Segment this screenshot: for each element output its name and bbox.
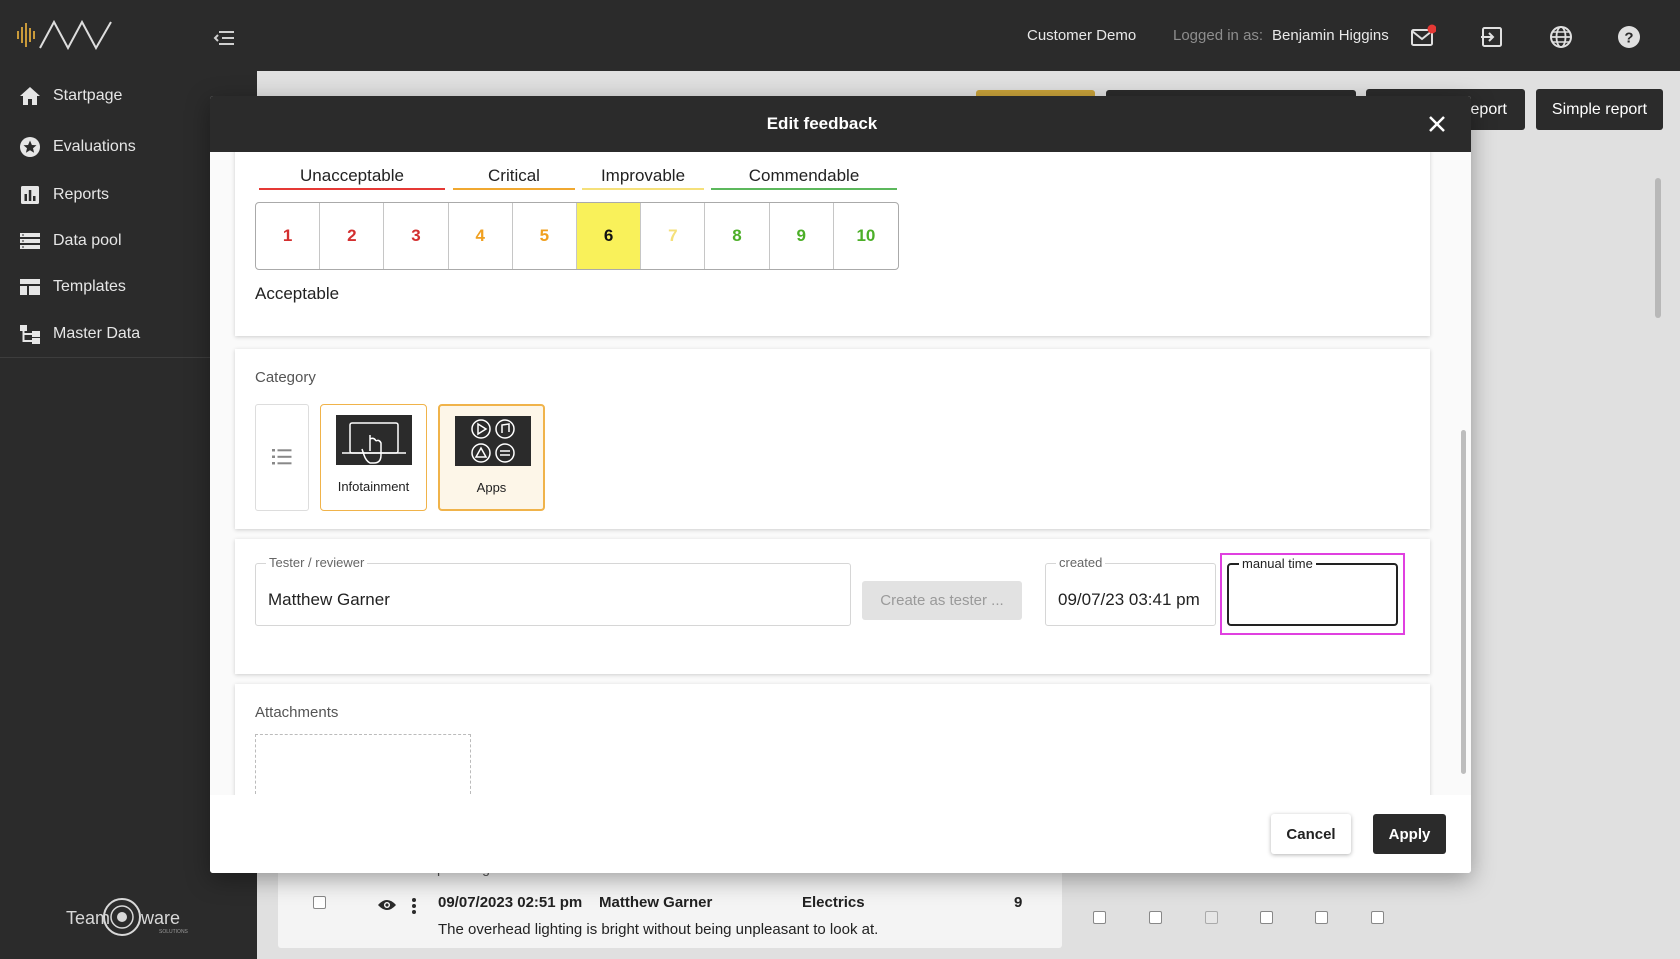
sidebar-item-label: Templates [53,278,126,295]
category-tile-apps-selected[interactable]: Apps [438,404,545,511]
rating-group-commendable: Commendable [711,166,897,190]
customer-name[interactable]: Customer Demo [1027,27,1136,44]
rating-option-4[interactable]: 4 [449,203,513,269]
row-checkbox[interactable] [1149,911,1162,924]
close-icon[interactable] [1425,112,1449,136]
rating-option-3[interactable]: 3 [384,203,449,269]
rating-option-10[interactable]: 10 [834,203,898,269]
rating-caption: Acceptable [255,284,340,303]
row-score: 9 [1014,894,1023,911]
teamware-logo-sub: SOLUTIONS [159,929,189,935]
attachments-label: Attachments [255,704,339,721]
row-datetime: 09/07/2023 02:51 pm [438,894,583,911]
tester-field-value: Matthew Garner [268,590,390,609]
mail-icon[interactable] [1410,24,1436,50]
rating-option-2[interactable]: 2 [320,203,385,269]
create-as-tester-button[interactable]: Create as tester ... [862,581,1022,620]
category-list-button[interactable] [255,404,309,511]
home-icon [20,87,40,105]
cancel-button[interactable]: Cancel [1271,814,1351,854]
sidebar-item-label: Evaluations [53,138,136,155]
category-tile-label: Apps [476,480,507,495]
category-tile-infotainment[interactable]: Infotainment [320,404,427,511]
category-label: Category [255,369,316,386]
manual-time-label: manual time [1239,556,1316,571]
dialog-title: Edit feedback [766,114,878,133]
collapse-menu-icon[interactable] [212,28,236,48]
rating-group-label: Commendable [748,166,860,185]
bar-chart-icon [21,186,39,204]
row-checkbox[interactable] [1205,911,1218,924]
globe-icon[interactable] [1548,24,1574,50]
created-date-value: 09/07/23 03:41 pm [1058,590,1200,609]
row-tester: Matthew Garner [599,894,713,911]
sidebar-item-label: Reports [53,186,110,203]
more-options-icon[interactable] [410,897,418,915]
report-button-label: eport [1470,100,1507,118]
app-logo [17,19,112,50]
dialog-header: Edit feedback [210,96,1471,152]
rating-option-9[interactable]: 9 [770,203,834,269]
manual-time-input[interactable]: manual time [1227,556,1398,626]
row-checkbox[interactable] [313,896,326,909]
row-checkbox[interactable] [1260,911,1273,924]
infotainment-icon [336,415,412,465]
simple-report-button[interactable]: Simple report [1536,89,1663,130]
star-circle-icon [20,137,40,157]
apps-icon [455,416,531,466]
created-date-label: created [1056,555,1106,570]
rating-group-unacceptable: Unacceptable [259,166,445,190]
list-icon [20,233,40,249]
category-tile-label: Infotainment [337,479,410,494]
svg-text:?: ? [1624,30,1633,47]
rating-option-5[interactable]: 5 [513,203,578,269]
hierarchy-icon [20,325,40,344]
edit-feedback-dialog: Edit feedback Unacceptable Critical Impr… [210,96,1471,873]
help-icon[interactable]: ? [1616,24,1642,50]
eye-icon[interactable] [377,897,397,913]
tester-field[interactable]: Tester / reviewer Matthew Garner [255,555,851,626]
tester-field-label: Tester / reviewer [266,555,368,570]
list-icon [272,449,292,465]
created-date-field[interactable]: created 09/07/23 03:41 pm [1045,555,1216,626]
rating-scale: 1 2 3 4 5 6 7 8 9 10 [255,202,899,270]
tester-panel: Tester / reviewer Matthew Garner Create … [235,539,1430,674]
row-checkbox[interactable] [1371,911,1384,924]
rating-group-label: Critical [488,166,540,185]
page-scrollbar[interactable] [1655,178,1661,318]
teamware-logo-text-right: ware [140,908,180,928]
rating-group-label: Unacceptable [300,166,404,185]
sidebar-item-label: Startpage [53,87,123,104]
dialog-scrollbar[interactable] [1461,430,1466,774]
sidebar-item-label: Data pool [53,232,122,249]
user-name[interactable]: Benjamin Higgins [1272,27,1389,44]
teamware-logo: Team ware SOLUTIONS [66,898,189,936]
apply-button[interactable]: Apply [1373,814,1446,854]
rating-option-8[interactable]: 8 [705,203,770,269]
logout-icon[interactable] [1479,24,1505,50]
rating-option-1[interactable]: 1 [256,203,321,269]
attachment-dropzone[interactable] [255,734,471,794]
row-comment: The overhead lighting is bright without … [438,921,879,938]
row-checkbox[interactable] [1315,911,1328,924]
table-icon [20,279,40,295]
category-panel: Category Infotainment Apps [235,349,1430,529]
row-category: Electrics [802,894,865,911]
rating-group-improvable: Improvable [582,166,704,190]
rating-group-label: Improvable [600,166,686,185]
rating-group-critical: Critical [453,166,575,190]
logged-in-label: Logged in as: [1173,27,1264,44]
sidebar-item-label: Master Data [53,325,141,342]
row-checkbox[interactable] [1093,911,1106,924]
rating-option-7[interactable]: 7 [641,203,706,269]
dialog-body: Unacceptable Critical Improvable Commend… [210,152,1471,795]
attachments-panel: Attachments [235,684,1430,795]
rating-panel: Unacceptable Critical Improvable Commend… [235,152,1430,336]
rating-option-6-selected[interactable]: 6 [577,203,642,269]
top-bar: Customer Demo Logged in as: Benjamin Hig… [0,0,1680,71]
